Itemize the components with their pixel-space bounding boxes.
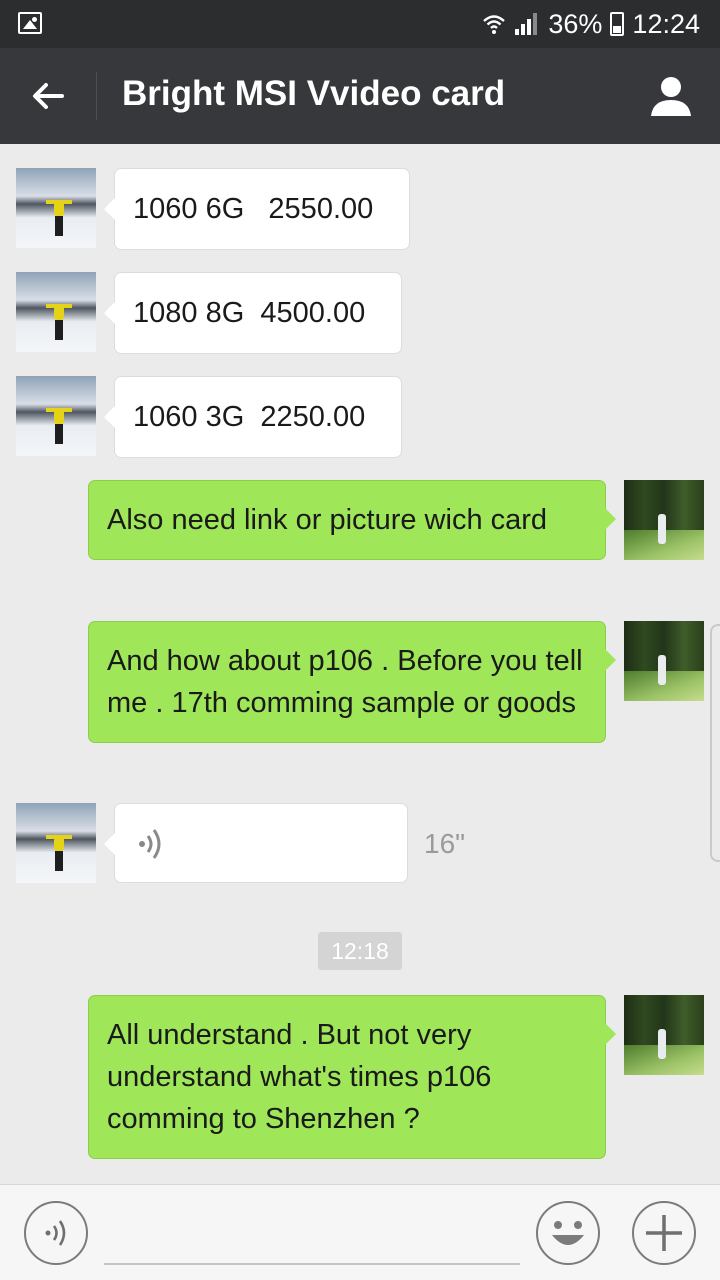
outgoing-message[interactable]: Also need link or picture wich card <box>88 480 616 560</box>
battery-percent: 36% <box>548 8 603 39</box>
clock: 12:24 <box>632 8 700 39</box>
battery-icon <box>610 12 625 36</box>
voice-message[interactable] <box>104 803 408 883</box>
message-list[interactable]: 1060 6G 2550.00 1080 8G 4500.00 1060 3G … <box>0 144 720 1184</box>
outgoing-message[interactable]: All understand . But not very understand… <box>88 995 616 1159</box>
message-input[interactable] <box>104 1263 520 1265</box>
more-options-button[interactable] <box>632 1201 696 1265</box>
person-icon[interactable] <box>648 72 694 118</box>
gallery-icon <box>18 12 42 34</box>
wifi-icon <box>483 15 506 34</box>
voice-wave-icon <box>45 1220 66 1246</box>
plus-icon <box>646 1215 682 1251</box>
voice-wave-icon <box>139 829 161 859</box>
status-bar: 36% 12:24 <box>0 0 720 48</box>
incoming-message[interactable]: 1060 6G 2550.00 <box>104 168 410 250</box>
my-avatar[interactable] <box>624 995 704 1075</box>
my-avatar[interactable] <box>624 480 704 560</box>
contact-avatar[interactable] <box>16 168 96 248</box>
contact-avatar[interactable] <box>16 272 96 352</box>
voice-duration: 16" <box>424 828 466 859</box>
timestamp: 12:18 <box>318 932 402 970</box>
input-bar <box>0 1184 720 1280</box>
contact-avatar[interactable] <box>16 376 96 456</box>
incoming-message[interactable]: 1080 8G 4500.00 <box>104 272 402 354</box>
header-divider <box>96 72 97 120</box>
voice-input-button[interactable] <box>24 1201 88 1265</box>
incoming-message[interactable]: 1060 3G 2250.00 <box>104 376 402 458</box>
contact-avatar[interactable] <box>16 803 96 883</box>
emoji-icon <box>552 1221 584 1245</box>
chat-title: Bright MSI Vvideo card <box>122 74 506 113</box>
app-bar: Bright MSI Vvideo card <box>0 48 720 144</box>
outgoing-message[interactable]: And how about p106 . Before you tell me … <box>88 621 616 743</box>
emoji-button[interactable] <box>536 1201 600 1265</box>
edge-panel-handle[interactable] <box>710 624 720 862</box>
signal-icon <box>515 13 538 35</box>
my-avatar[interactable] <box>624 621 704 701</box>
back-arrow-icon[interactable] <box>26 74 70 118</box>
